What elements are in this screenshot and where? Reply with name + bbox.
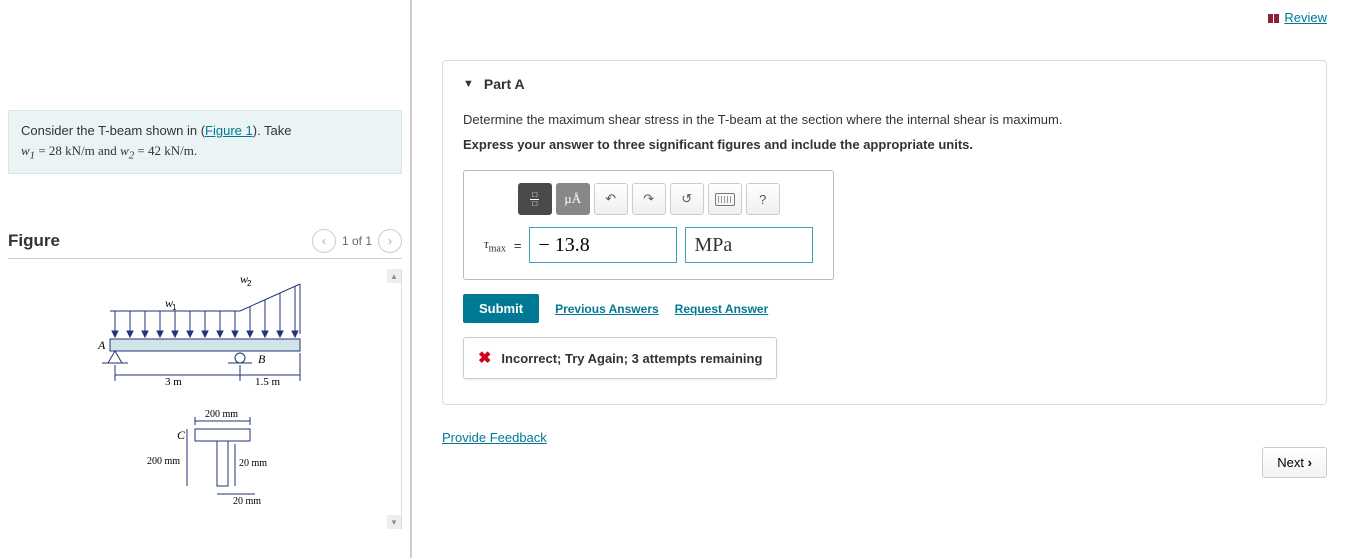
svg-text:3 m: 3 m [165,376,182,388]
reset-button[interactable]: ↺ [670,183,704,215]
scroll-down-button[interactable]: ▾ [387,515,401,529]
problem-statement: Consider the T-beam shown in (Figure 1).… [8,110,402,174]
svg-text:200 mm: 200 mm [147,456,180,467]
answer-variable: τmax [484,236,506,255]
help-button[interactable]: ? [746,183,780,215]
svg-text:B: B [258,352,266,366]
units-symbols-button[interactable]: µÅ [556,183,590,215]
review-icon [1268,10,1280,25]
figure-diagram: w1 w2 A B 3 m 1.5 m 200 mm [90,269,320,504]
answer-instructions: Express your answer to three significant… [463,137,1306,152]
figure-link[interactable]: Figure 1 [205,123,253,138]
svg-text:2: 2 [247,279,252,288]
incorrect-icon: ✖ [478,348,491,368]
next-figure-button[interactable]: › [378,229,402,253]
answer-unit-input[interactable] [685,227,813,263]
answer-value-input[interactable] [529,227,677,263]
answer-box: □□ µÅ ↶ ↷ ↺ ? τmax = [463,170,834,280]
scroll-up-button[interactable]: ▴ [387,269,401,283]
undo-button[interactable]: ↶ [594,183,628,215]
next-button[interactable]: Next › [1262,447,1327,478]
part-a-panel: ▼ Part A Determine the maximum shear str… [442,60,1327,405]
request-answer-link[interactable]: Request Answer [675,302,769,316]
figure-pager: ‹ 1 of 1 › [312,229,402,253]
feedback-message: ✖ Incorrect; Try Again; 3 attempts remai… [463,337,777,379]
review-link[interactable]: Review [1268,10,1327,25]
collapse-icon[interactable]: ▼ [463,78,474,90]
answer-toolbar: □□ µÅ ↶ ↷ ↺ ? [518,183,780,215]
svg-text:200 mm: 200 mm [205,409,238,420]
svg-text:C: C [177,428,186,442]
svg-text:1: 1 [172,303,177,312]
question-prompt: Determine the maximum shear stress in th… [463,112,1306,127]
provide-feedback-link[interactable]: Provide Feedback [442,430,547,445]
part-title: Part A [484,76,525,92]
submit-button[interactable]: Submit [463,294,539,323]
template-button[interactable]: □□ [518,183,552,215]
figure-title: Figure [8,231,60,251]
svg-text:20 mm: 20 mm [239,458,267,469]
svg-text:A: A [97,338,106,352]
svg-text:1.5 m: 1.5 m [255,376,281,388]
redo-button[interactable]: ↷ [632,183,666,215]
previous-answers-link[interactable]: Previous Answers [555,302,659,316]
keyboard-button[interactable] [708,183,742,215]
svg-text:20 mm: 20 mm [233,496,261,504]
prev-figure-button[interactable]: ‹ [312,229,336,253]
